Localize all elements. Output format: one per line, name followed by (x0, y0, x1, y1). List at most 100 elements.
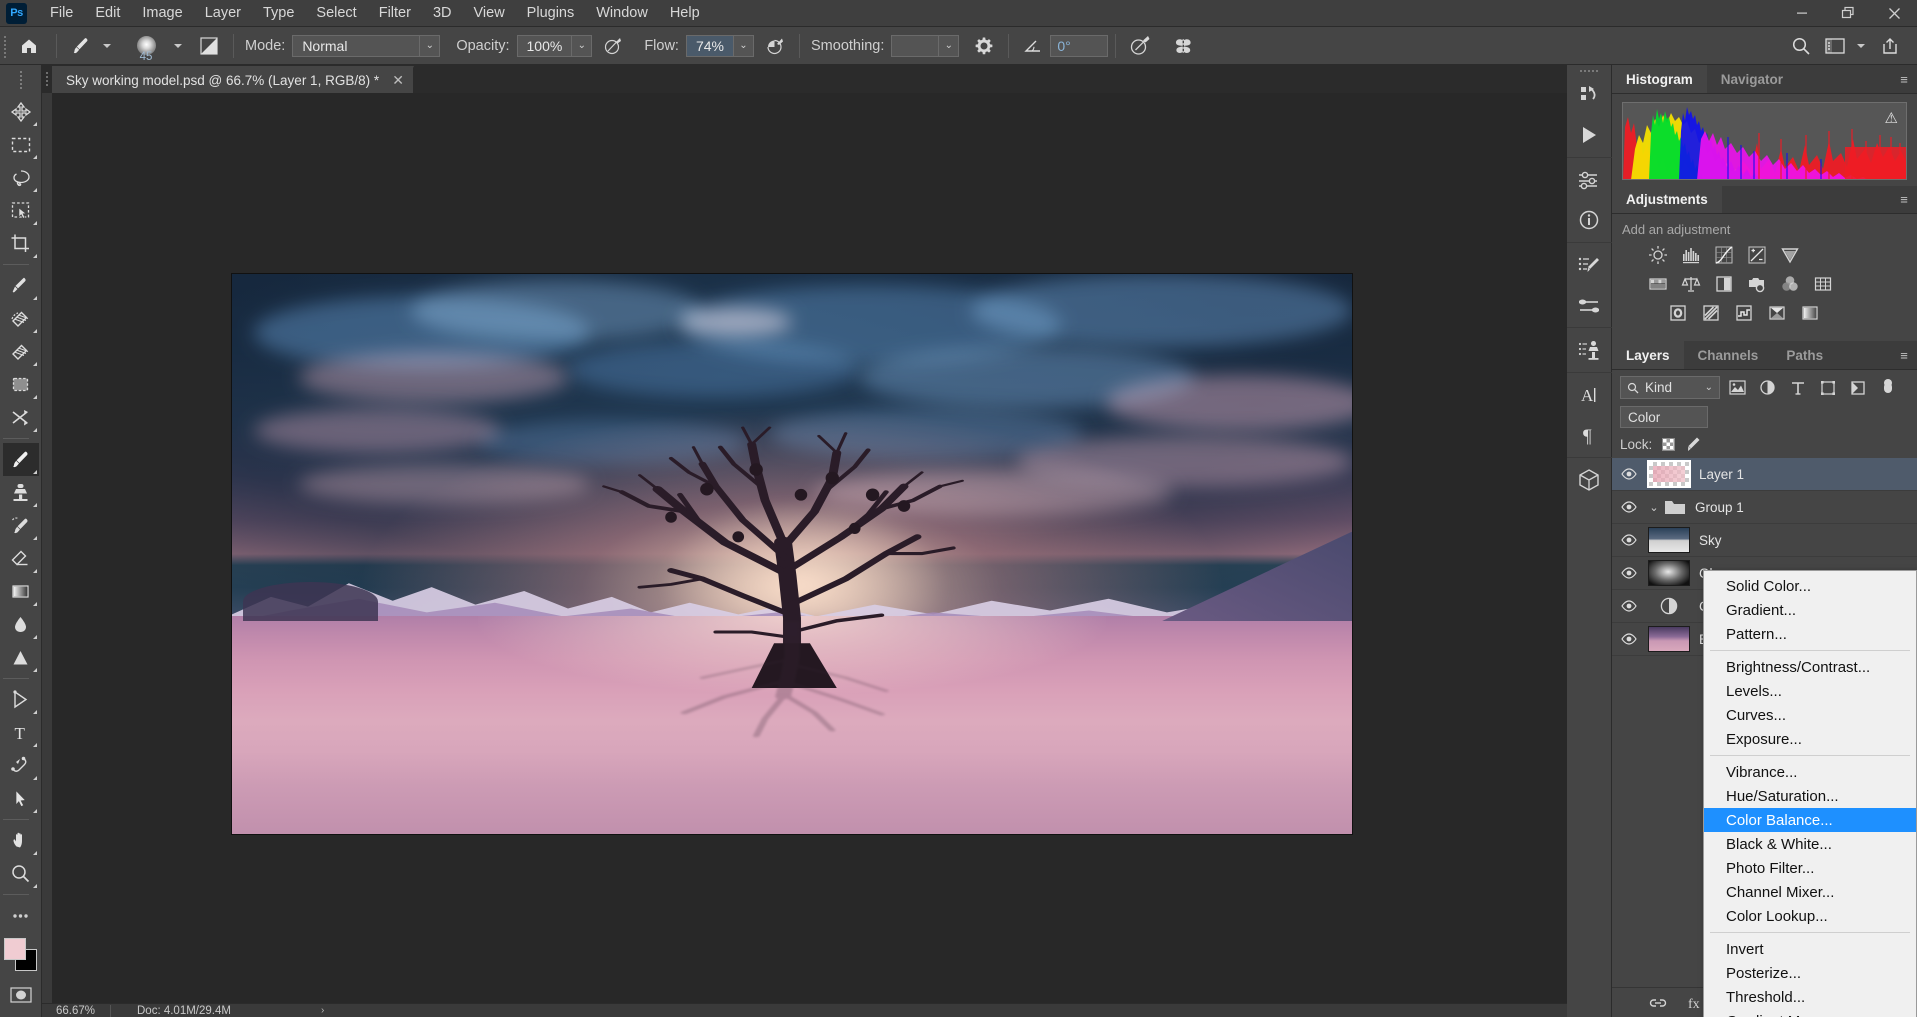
toolbar-grip[interactable] (20, 67, 22, 95)
color-balance-icon[interactable] (1679, 272, 1703, 296)
zoom-tool[interactable] (3, 857, 39, 890)
color-lookup-icon[interactable] (1811, 272, 1835, 296)
adjustments-panel-menu-icon[interactable]: ≡ (1891, 186, 1917, 213)
curves-icon[interactable] (1712, 243, 1736, 267)
link-layers-icon[interactable] (1649, 996, 1667, 1010)
menu-item-hue-saturation[interactable]: Hue/Saturation... (1704, 784, 1916, 808)
tab-channels[interactable]: Channels (1684, 341, 1773, 369)
document-info[interactable]: Doc: 4.01M/29.4M (111, 1005, 231, 1017)
eraser-tool[interactable] (3, 542, 39, 575)
filter-toggle-icon[interactable] (1875, 376, 1900, 399)
eyedropper-tool[interactable] (3, 269, 39, 302)
filter-shape-layers-icon[interactable] (1815, 376, 1840, 399)
brush-settings-icon[interactable] (1569, 245, 1609, 285)
menu-item-invert[interactable]: Invert (1704, 937, 1916, 961)
layer-row[interactable]: ⌄Group 1 (1612, 491, 1917, 524)
layer-visibility-toggle-icon[interactable] (1616, 600, 1642, 612)
histogram-cache-warning-icon[interactable]: ⚠ (1885, 109, 1898, 127)
close-button[interactable] (1871, 0, 1917, 27)
layer-filter-kind-select[interactable]: Kind ⌄ (1620, 376, 1720, 399)
move-tool[interactable] (3, 95, 39, 128)
pressure-opacity-icon[interactable] (596, 31, 630, 61)
histogram-panel-menu-icon[interactable]: ≡ (1891, 65, 1917, 93)
menu-item-pattern[interactable]: Pattern... (1704, 622, 1916, 646)
history-panel-icon[interactable] (1569, 75, 1609, 115)
menu-type[interactable]: Type (252, 1, 305, 25)
menu-3d[interactable]: 3D (422, 1, 463, 25)
layer-visibility-toggle-icon[interactable] (1616, 633, 1642, 645)
tab-adjustments[interactable]: Adjustments (1612, 186, 1722, 213)
brushes-panel-icon[interactable] (1569, 285, 1609, 325)
tab-paths[interactable]: Paths (1772, 341, 1837, 369)
brightness-contrast-icon[interactable] (1646, 243, 1670, 267)
opacity-input[interactable]: 100% ⌄ (517, 35, 593, 57)
layer-visibility-toggle-icon[interactable] (1616, 534, 1642, 546)
color-swatches[interactable] (4, 938, 38, 972)
layer-thumbnail[interactable] (1648, 560, 1690, 586)
layer-thumbnail[interactable] (1648, 461, 1690, 487)
posterize-icon[interactable] (1699, 301, 1723, 325)
brush-tool[interactable] (3, 443, 39, 476)
pen-tool[interactable] (3, 683, 39, 716)
levels-icon[interactable] (1679, 243, 1703, 267)
brush-size-chevron-down-icon[interactable] (174, 44, 182, 48)
blur-tool[interactable] (3, 608, 39, 641)
threshold-icon[interactable] (1732, 301, 1756, 325)
menu-select[interactable]: Select (305, 1, 367, 25)
menu-layer[interactable]: Layer (194, 1, 252, 25)
tab-layers[interactable]: Layers (1612, 341, 1684, 369)
image-canvas[interactable] (232, 274, 1352, 834)
menu-item-color-lookup[interactable]: Color Lookup... (1704, 904, 1916, 928)
crop-tool[interactable] (3, 227, 39, 260)
menu-help[interactable]: Help (659, 1, 711, 25)
actions-panel-icon[interactable] (1569, 115, 1609, 155)
histogram-chart[interactable]: ⚠ (1622, 102, 1907, 180)
layer-row[interactable]: Sky (1612, 524, 1917, 557)
share-icon[interactable] (1873, 31, 1907, 61)
close-icon[interactable]: ✕ (391, 72, 405, 89)
status-chevron-right-icon[interactable]: › (321, 1005, 324, 1016)
layer-blend-mode-select[interactable]: Color (1620, 406, 1708, 428)
shuffle-tool[interactable] (3, 401, 39, 434)
quick-mask-mode-button[interactable] (3, 978, 39, 1011)
menu-view[interactable]: View (463, 1, 516, 25)
layer-visibility-toggle-icon[interactable] (1616, 567, 1642, 579)
smoothing-input[interactable]: ⌄ (891, 35, 959, 57)
tab-bar-grip[interactable] (42, 65, 52, 93)
menu-plugins[interactable]: Plugins (516, 1, 586, 25)
menu-filter[interactable]: Filter (368, 1, 422, 25)
frame-tool[interactable] (3, 368, 39, 401)
layer-thumbnail[interactable] (1648, 626, 1690, 652)
gradient-tool[interactable] (3, 575, 39, 608)
paragraph-panel-icon[interactable]: ¶ (1569, 415, 1609, 455)
search-icon[interactable] (1784, 31, 1818, 61)
hue-saturation-icon[interactable] (1646, 272, 1670, 296)
photo-filter-icon[interactable] (1745, 272, 1769, 296)
history-brush-tool[interactable] (3, 509, 39, 542)
gradient-map-icon[interactable] (1765, 301, 1789, 325)
tab-histogram[interactable]: Histogram (1612, 65, 1707, 93)
menu-item-color-balance[interactable]: Color Balance... (1704, 808, 1916, 832)
restore-button[interactable] (1825, 0, 1871, 27)
menu-window[interactable]: Window (585, 1, 659, 25)
object-selection-tool[interactable] (3, 194, 39, 227)
filter-pixel-layers-icon[interactable] (1725, 376, 1750, 399)
clone-source-panel-icon[interactable] (1569, 330, 1609, 370)
tab-navigator[interactable]: Navigator (1707, 65, 1797, 93)
invert-icon[interactable] (1666, 301, 1690, 325)
properties-panel-icon[interactable] (1569, 160, 1609, 200)
brush-settings-panel-icon[interactable] (192, 31, 226, 61)
menu-item-gradient[interactable]: Gradient... (1704, 598, 1916, 622)
brush-preset-chevron-down-icon[interactable] (103, 44, 111, 48)
filter-smart-object-layers-icon[interactable] (1845, 376, 1870, 399)
layer-visibility-toggle-icon[interactable] (1616, 468, 1642, 480)
gear-icon[interactable] (967, 31, 1001, 61)
spot-healing-brush-tool[interactable] (3, 302, 39, 335)
document-tab[interactable]: Sky working model.psd @ 66.7% (Layer 1, … (52, 66, 414, 93)
brush-angle-input[interactable]: 0° (1050, 35, 1108, 57)
menu-edit[interactable]: Edit (84, 1, 131, 25)
layer-thumbnail[interactable] (1648, 527, 1690, 553)
character-panel-icon[interactable]: A (1569, 375, 1609, 415)
menu-item-black-white[interactable]: Black & White... (1704, 832, 1916, 856)
layers-panel-menu-icon[interactable]: ≡ (1891, 341, 1917, 369)
